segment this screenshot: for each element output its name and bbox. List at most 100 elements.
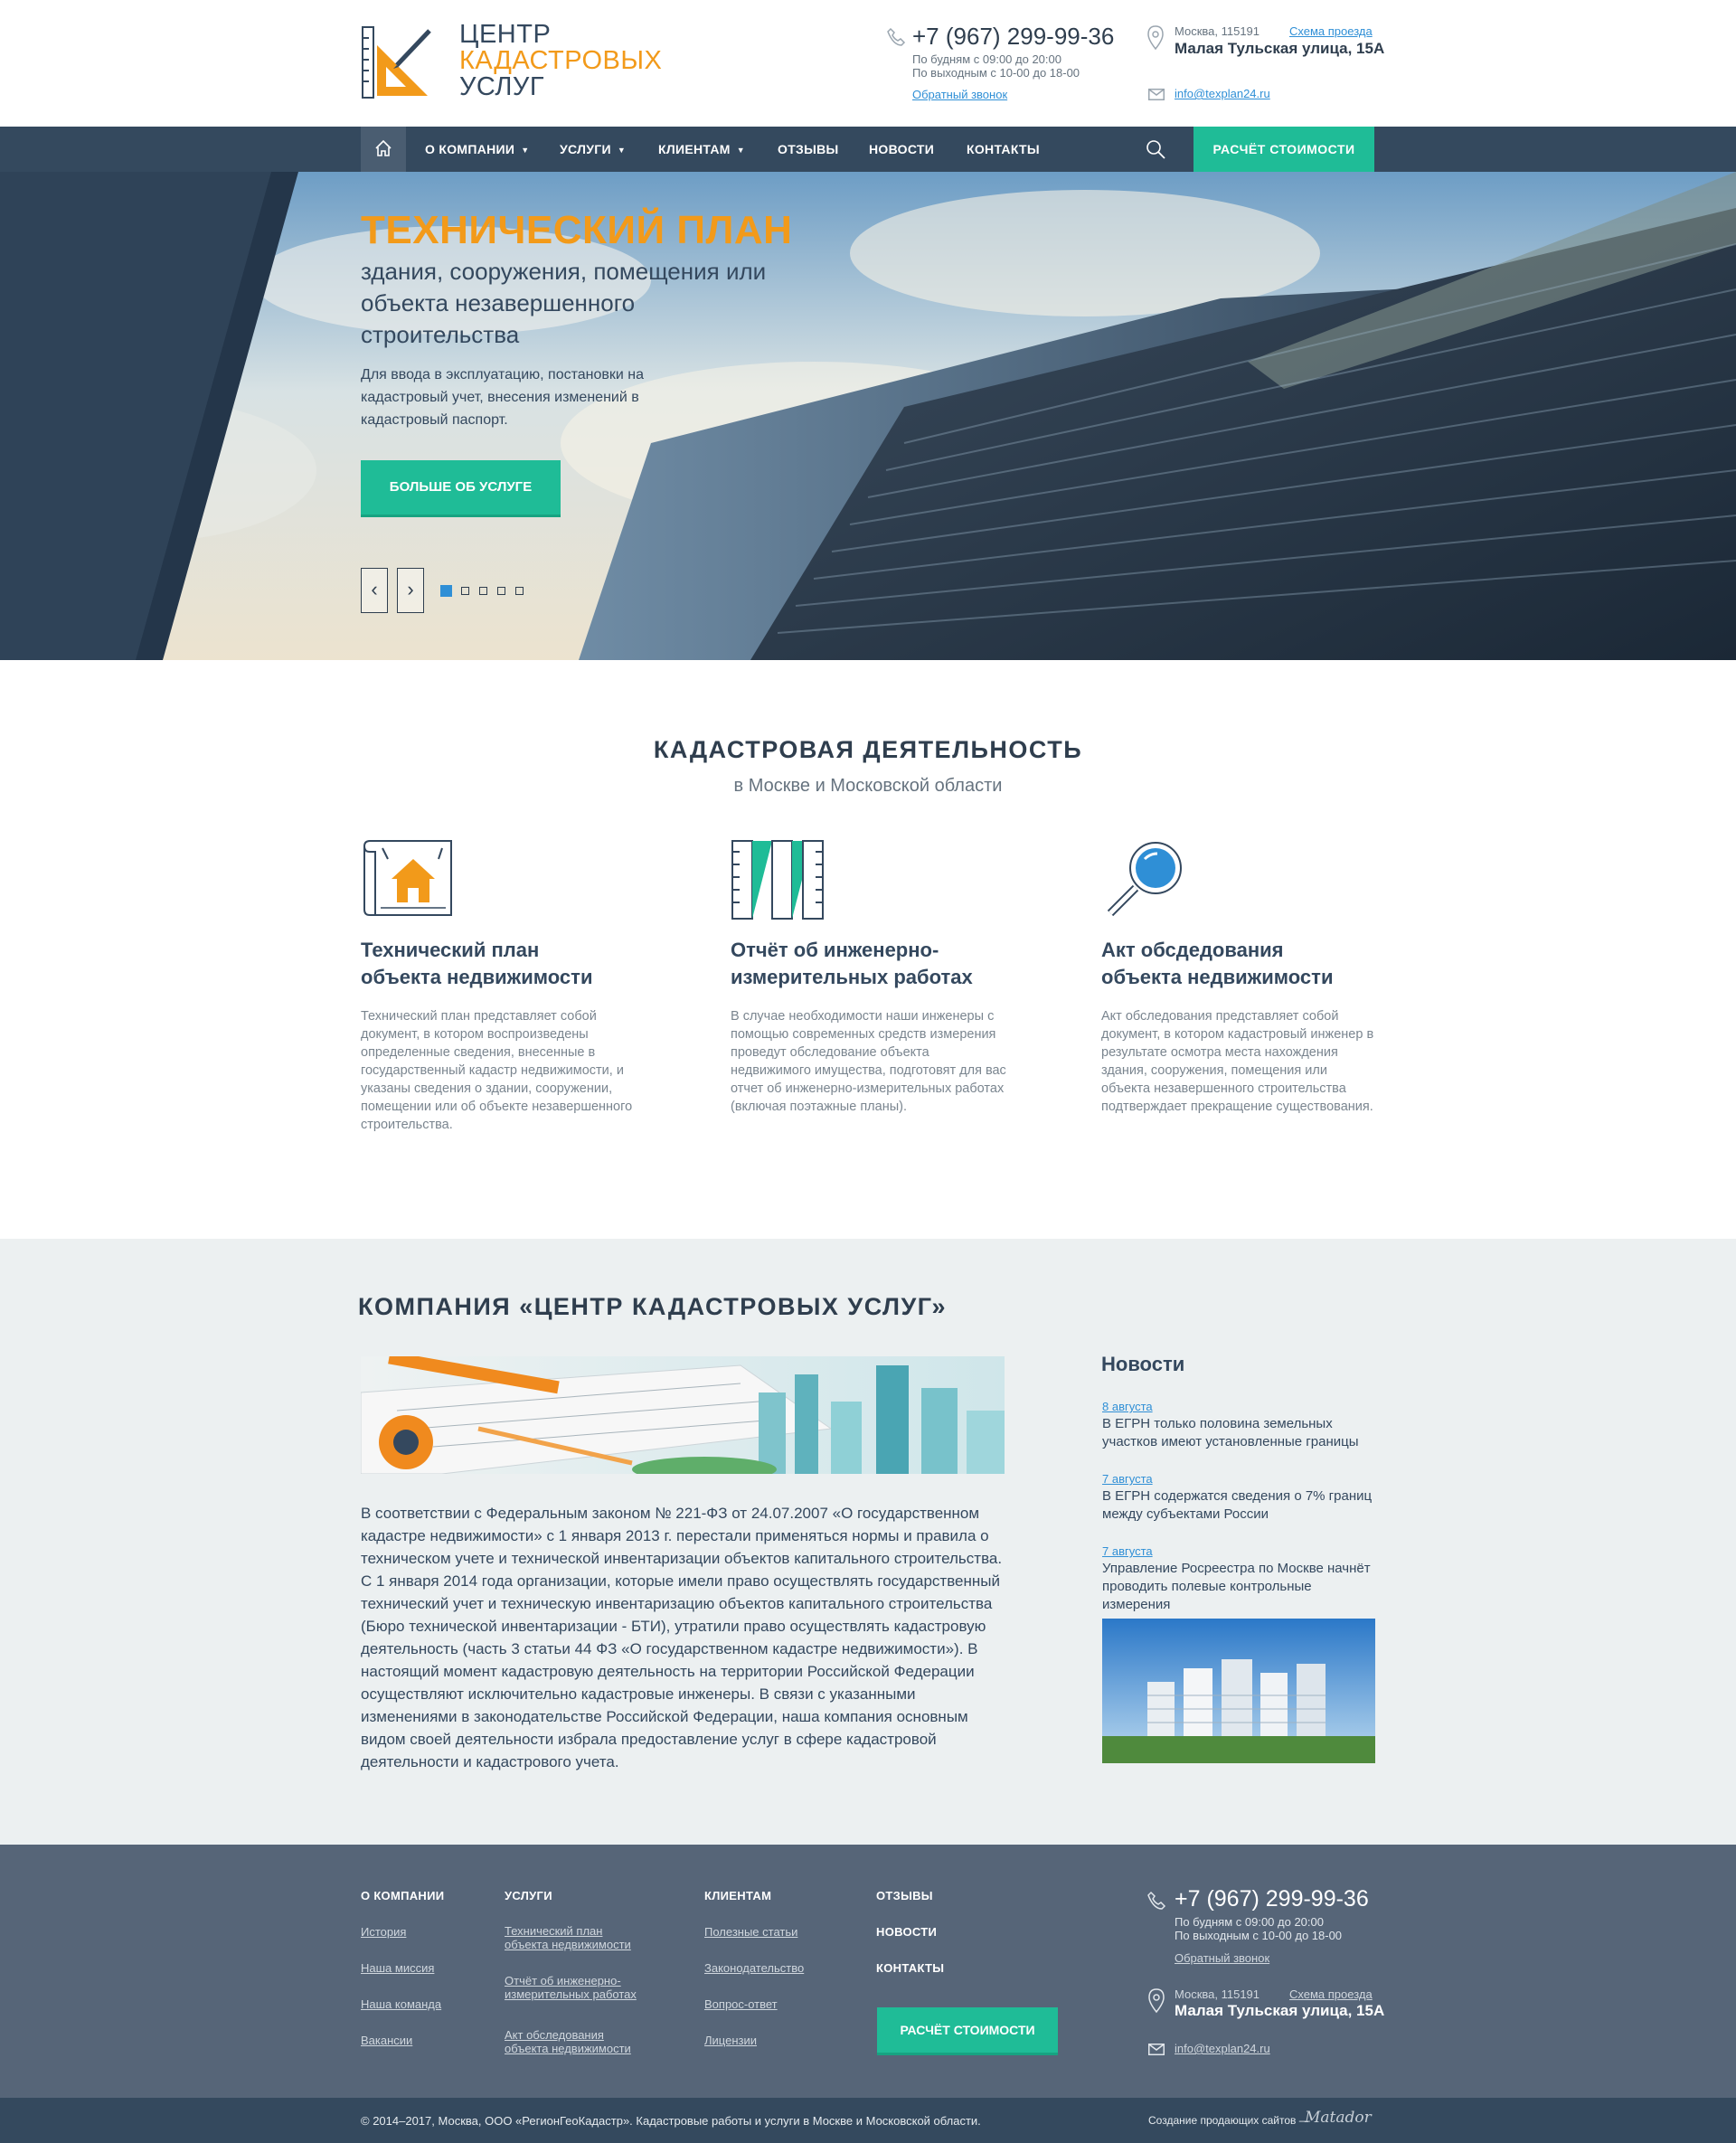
service-title-tech-plan[interactable]: Технический план объекта недвижимости	[361, 937, 686, 991]
footer-calc-cost-button[interactable]: РАСЧЁТ СТОИМОСТИ	[877, 2007, 1058, 2053]
footer-email[interactable]: info@texplan24.ru	[1175, 2042, 1270, 2055]
footer-phone[interactable]: +7 (967) 299-99-36	[1175, 1886, 1369, 1912]
footer-callback-link[interactable]: Обратный звонок	[1175, 1951, 1269, 1965]
location-pin-icon	[1147, 25, 1164, 51]
chevron-down-icon: ▼	[736, 146, 745, 155]
logo-icon[interactable]	[361, 25, 437, 101]
header-address: Малая Тульская улица, 15А	[1175, 40, 1385, 57]
footer-map-link[interactable]: Схема проезда	[1289, 1987, 1373, 2001]
link-line: объекта недвижимости	[505, 2042, 631, 2055]
slider-dot-2[interactable]	[461, 587, 469, 595]
ruler-measure-icon	[731, 840, 824, 920]
service-title-inspection-act[interactable]: Акт обсдедования объекта недвижимости	[1101, 937, 1427, 991]
service-title-line: Технический план	[361, 939, 540, 961]
callback-link[interactable]: Обратный звонок	[912, 88, 1007, 101]
map-link[interactable]: Схема проезда	[1289, 24, 1373, 38]
chevron-left-icon: ‹	[371, 578, 378, 600]
made-by-text: Создание продающих сайтов —	[1148, 2114, 1310, 2127]
logo-line-2: КАДАСТРОВЫХ	[459, 46, 663, 75]
slider-prev-button[interactable]: ‹	[361, 568, 388, 613]
service-title-line: объекта недвижимости	[361, 966, 593, 988]
footer-link-news[interactable]: НОВОСТИ	[876, 1925, 937, 1939]
link-line: Акт обследования	[505, 2028, 604, 2042]
service-text-tech-plan: Технический план представляет собой доку…	[361, 1009, 633, 1132]
company-banner-image	[361, 1356, 1005, 1474]
logo-line-3: УСЛУГ	[459, 72, 545, 101]
slider-dot-4[interactable]	[497, 587, 505, 595]
nav-item-contacts[interactable]: КОНТАКТЫ	[967, 127, 1040, 172]
page: ЦЕНТР КАДАСТРОВЫХ УСЛУГ +7 (967) 299-99-…	[0, 0, 1736, 2143]
hours-weekend: По выходным с 10-00 до 18-00	[1175, 1929, 1343, 1942]
service-title-line: Акт обсдедования	[1101, 939, 1284, 961]
matador-logo[interactable]: Matador	[1305, 2109, 1372, 2127]
footer-col-services-title[interactable]: УСЛУГИ	[505, 1889, 552, 1902]
chevron-right-icon: ›	[407, 578, 414, 600]
service-title-line: измерительных работах	[731, 966, 973, 988]
link-line: Технический план	[505, 1924, 603, 1938]
more-about-service-button[interactable]: БОЛЬШЕ ОБ УСЛУГЕ	[361, 460, 561, 515]
blueprint-house-icon	[363, 840, 452, 916]
footer-link-licenses[interactable]: Лицензии	[704, 2034, 757, 2047]
news-date-3[interactable]: 7 августа	[1102, 1544, 1153, 1558]
news-buildings-image[interactable]	[1102, 1619, 1375, 1763]
news-text-2[interactable]: В ЕГРН содержатся сведения о 7% границ м…	[1102, 1487, 1382, 1524]
site-header: ЦЕНТР КАДАСТРОВЫХ УСЛУГ +7 (967) 299-99-…	[0, 0, 1736, 127]
nav-label: УСЛУГИ	[560, 142, 611, 156]
nav-item-clients[interactable]: КЛИЕНТАМ ▼	[658, 127, 745, 172]
footer-link-legislation[interactable]: Законодательство	[704, 1961, 804, 1975]
footer-link-team[interactable]: Наша команда	[361, 1997, 441, 2011]
header-hours: По будням с 09:00 до 20:00 По выходным с…	[912, 52, 1080, 80]
chevron-down-icon: ▼	[521, 146, 530, 155]
slider-dot-5[interactable]	[515, 587, 524, 595]
footer-link-vacancies[interactable]: Вакансии	[361, 2034, 412, 2047]
footer-link-history[interactable]: История	[361, 1925, 406, 1939]
nav-item-services[interactable]: УСЛУГИ ▼	[560, 127, 626, 172]
company-title: КОМПАНИЯ «ЦЕНТР КАДАСТРОВЫХ УСЛУГ»	[358, 1293, 948, 1320]
header-email[interactable]: info@texplan24.ru	[1175, 87, 1270, 100]
footer-link-inspection-act[interactable]: Акт обследования объекта недвижимости	[505, 2028, 631, 2055]
news-text-1[interactable]: В ЕГРН только половина земельных участко…	[1102, 1415, 1382, 1451]
slider-dot-1[interactable]	[440, 585, 452, 597]
footer-link-reviews[interactable]: ОТЗЫВЫ	[876, 1889, 933, 1902]
hours-weekdays: По будням с 09:00 до 20:00	[912, 52, 1061, 66]
location-pin-icon	[1148, 1988, 1165, 2014]
news-text-3[interactable]: Управление Росреестра по Москве начнёт п…	[1102, 1560, 1382, 1614]
service-title-line: объекта недвижимости	[1101, 966, 1334, 988]
footer-col-clients-title[interactable]: КЛИЕНТАМ	[704, 1889, 771, 1902]
footer-link-mission[interactable]: Наша миссия	[361, 1961, 434, 1975]
home-button[interactable]	[361, 127, 406, 172]
nav-item-company[interactable]: О КОМПАНИИ ▼	[425, 127, 530, 172]
search-icon[interactable]	[1145, 138, 1166, 160]
footer-col-company-title[interactable]: О КОМПАНИИ	[361, 1889, 444, 1902]
service-title-line: Отчёт об инженерно-	[731, 939, 939, 961]
nav-item-reviews[interactable]: ОТЗЫВЫ	[778, 127, 839, 172]
calc-cost-button[interactable]: РАСЧЁТ СТОИМОСТИ	[1194, 127, 1374, 172]
slider-next-button[interactable]: ›	[397, 568, 424, 613]
link-line: измерительных работах	[505, 1987, 637, 2001]
footer-link-articles[interactable]: Полезные статьи	[704, 1925, 797, 1939]
nav-item-news[interactable]: НОВОСТИ	[869, 127, 934, 172]
home-icon	[375, 139, 392, 156]
nav-label: КЛИЕНТАМ	[658, 142, 731, 156]
slider-dot-3[interactable]	[479, 587, 487, 595]
news-date-1[interactable]: 8 августа	[1102, 1400, 1153, 1413]
magnifier-icon	[1107, 842, 1182, 917]
mail-icon	[1148, 2044, 1165, 2055]
news-date-2[interactable]: 7 августа	[1102, 1472, 1153, 1486]
footer-link-report[interactable]: Отчёт об инженерно-измерительных работах	[505, 1974, 637, 2001]
service-text-report: В случае необходимости наши инженеры с п…	[731, 1009, 1006, 1114]
main-nav: О КОМПАНИИ ▼ УСЛУГИ ▼ КЛИЕНТАМ ▼ ОТЗЫВЫ НОВ…	[0, 127, 1736, 172]
footer-link-contacts[interactable]: КОНТАКТЫ	[876, 1961, 944, 1975]
service-text-inspection-act: Акт обследования представляет собой доку…	[1101, 1009, 1374, 1114]
footer-link-faq[interactable]: Вопрос-ответ	[704, 1997, 778, 2011]
chevron-down-icon: ▼	[617, 146, 627, 155]
footer-address-postcode: Москва, 115191	[1175, 1987, 1260, 2001]
service-title-report[interactable]: Отчёт об инженерно- измерительных работа…	[731, 937, 1056, 991]
logo-text[interactable]: ЦЕНТР КАДАСТРОВЫХ УСЛУГ	[459, 22, 662, 100]
footer-link-tech-plan[interactable]: Технический план объекта недвижимости	[505, 1924, 631, 1951]
hero-description: Для ввода в эксплуатацию, постановки на …	[361, 367, 644, 428]
company-text: В соответствии с Федеральным законом № 2…	[361, 1505, 1003, 1770]
hero-background-image	[0, 172, 1736, 660]
header-phone[interactable]: +7 (967) 299-99-36	[912, 23, 1114, 51]
link-line: Отчёт об инженерно-	[505, 1974, 621, 1987]
